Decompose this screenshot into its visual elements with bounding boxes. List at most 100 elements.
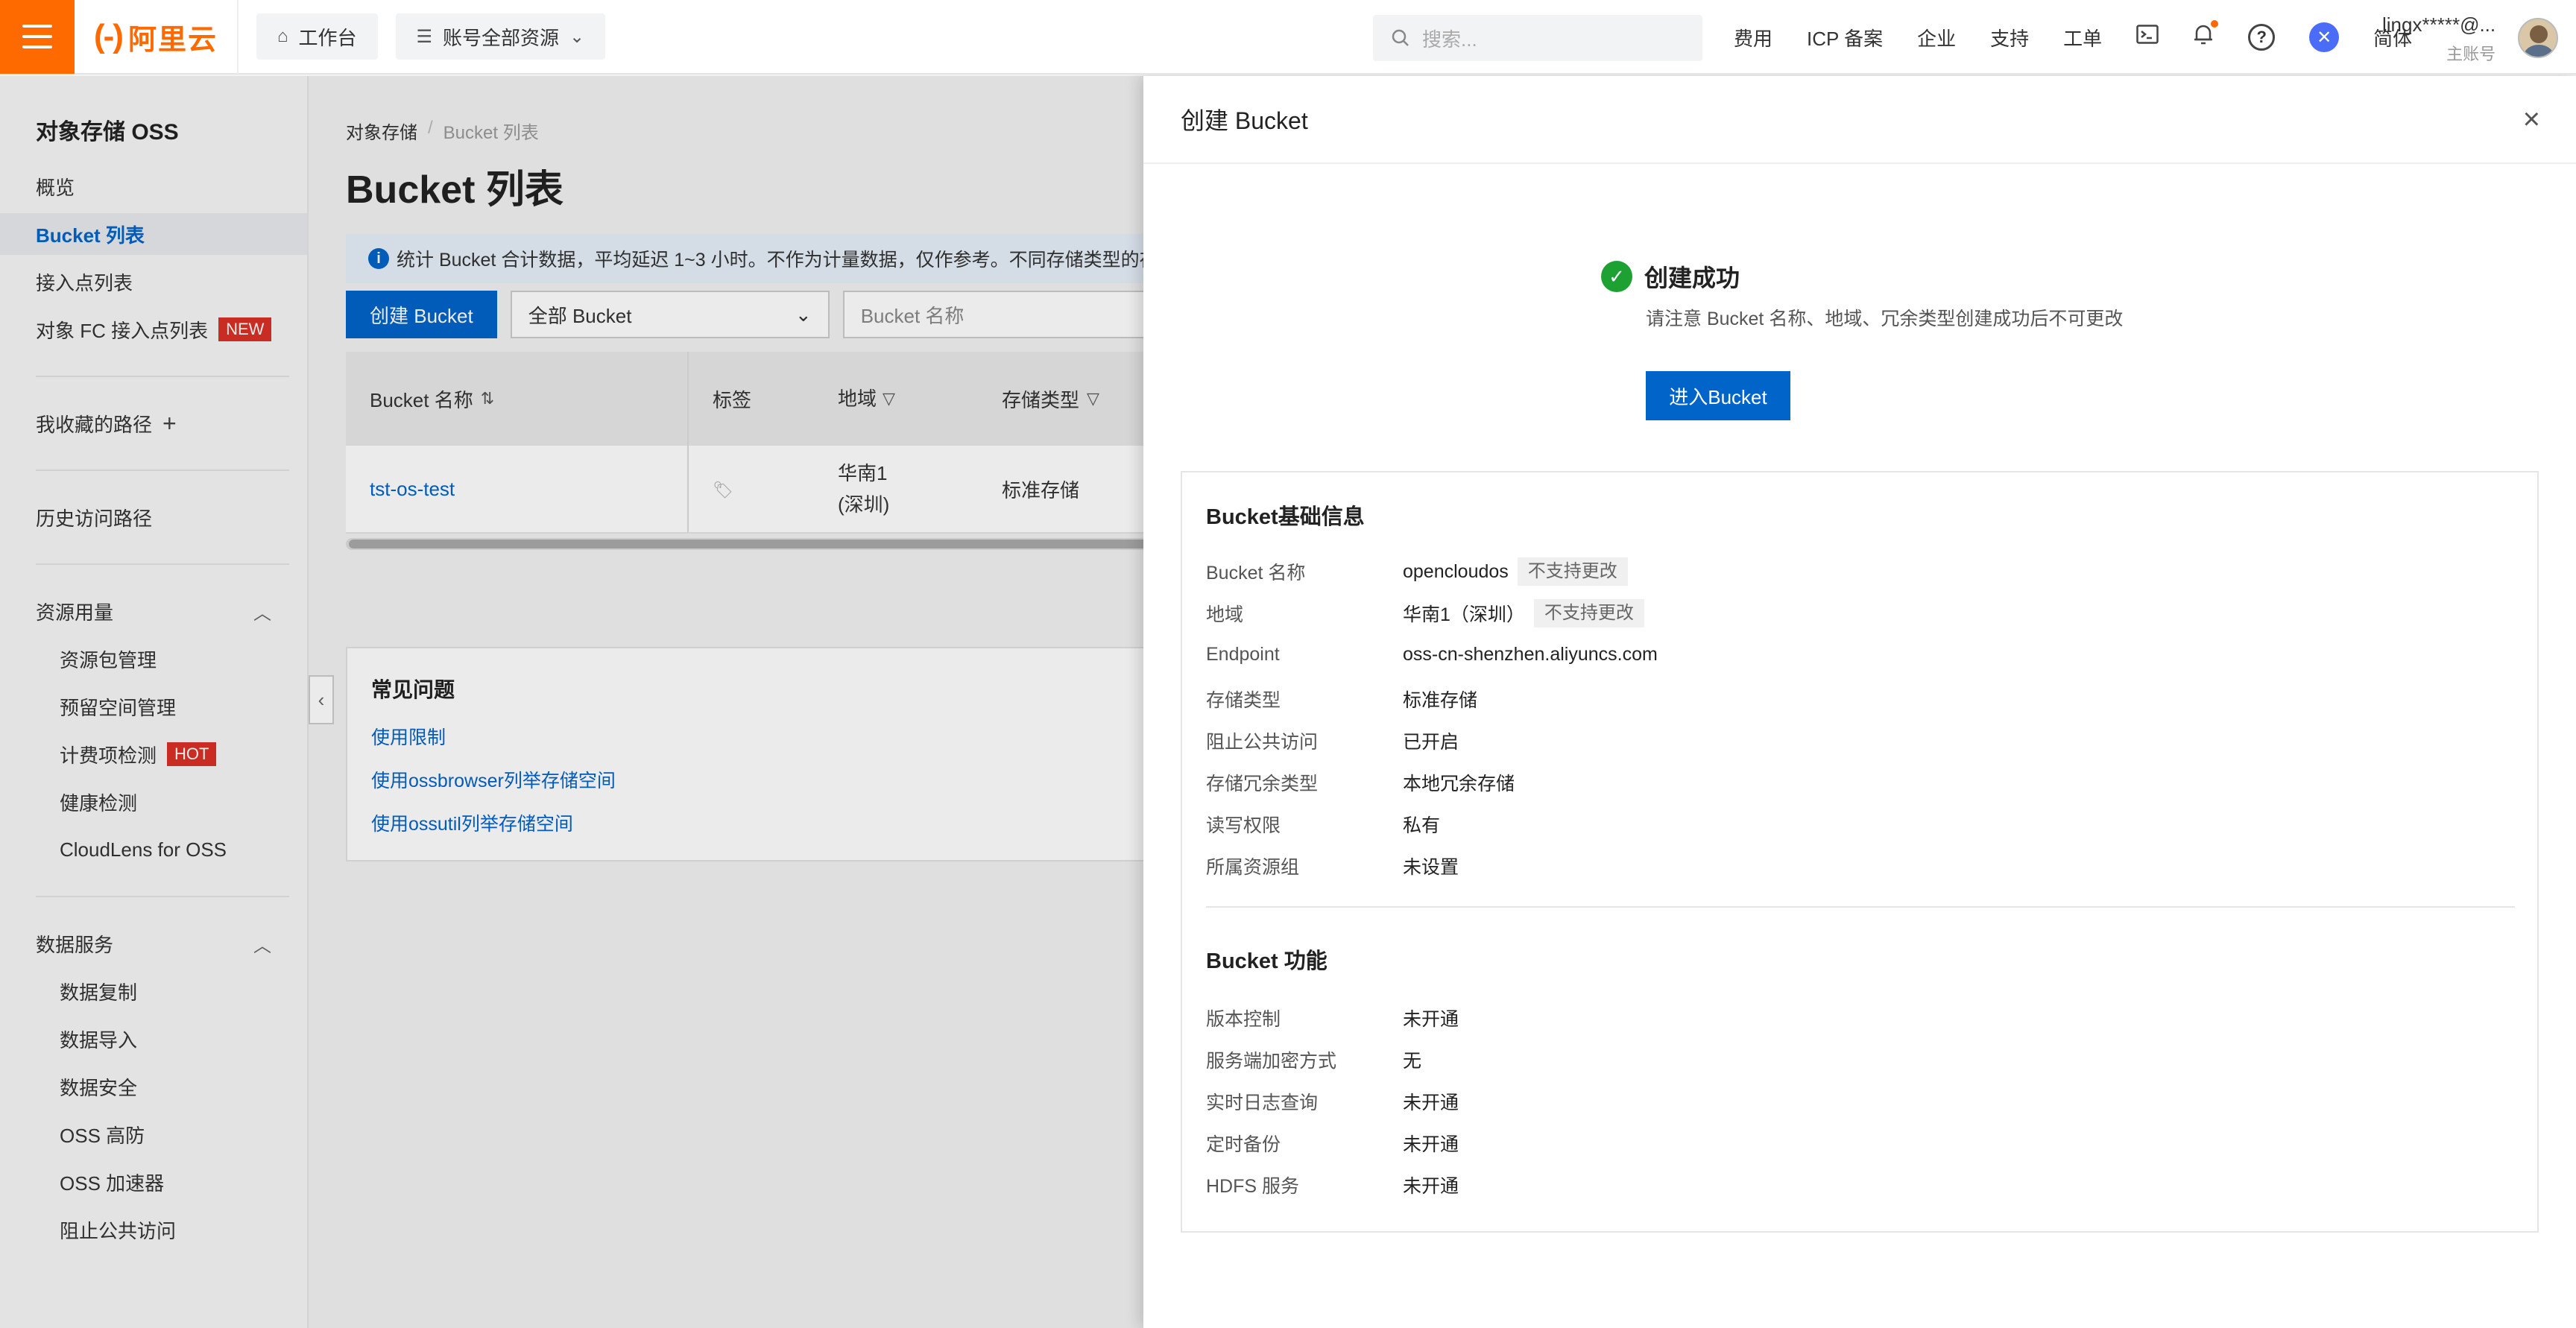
sidebar-item-data-import[interactable]: 数据导入 — [0, 1018, 307, 1060]
workbench-label: 工作台 — [298, 26, 357, 49]
bucket-name-search-input[interactable]: Bucket 名称 — [842, 291, 1186, 338]
faq-link[interactable]: 使用限制 — [371, 723, 1215, 750]
filter-icon[interactable]: ▽ — [883, 383, 895, 414]
select-value: 全部 Bucket — [528, 304, 632, 327]
resources-label: 账号全部资源 — [443, 26, 560, 49]
bucket-filter-select[interactable]: 全部 Bucket ⌄ — [510, 291, 830, 338]
avatar[interactable] — [2518, 18, 2558, 58]
breadcrumb-separator: / — [428, 118, 433, 138]
column-label: Bucket 名称 — [370, 388, 473, 411]
sidebar-item-label: 资源包管理 — [60, 648, 157, 671]
sidebar-item-label: OSS 高防 — [60, 1124, 145, 1147]
tag-icon[interactable]: 🏷 — [713, 481, 733, 499]
info-label: 阻止公共访问 — [1206, 732, 1319, 753]
link-enterprise[interactable]: 企业 — [1917, 24, 1956, 51]
plus-icon[interactable]: + — [162, 410, 177, 437]
link-billing[interactable]: 费用 — [1734, 24, 1772, 51]
column-header-region[interactable]: 地域 ▽ — [838, 383, 1002, 414]
sidebar-group-resource-usage[interactable]: 资源用量 ︿ — [0, 590, 307, 632]
sidebar-group-label: 数据服务 — [36, 933, 114, 956]
info-row-region: 地域 华南1（深圳） 不支持更改 — [1206, 599, 1644, 627]
cell-region: 华南1 (深圳) — [838, 458, 1002, 520]
aliyun-logo[interactable]: (-) 阿里云 — [75, 0, 239, 74]
breadcrumb: 对象存储 / Bucket 列表 — [346, 118, 539, 144]
sidebar-item-favorites[interactable]: 我收藏的路径 + — [0, 402, 307, 444]
cell-bucket-name: tst-os-test — [346, 446, 689, 532]
info-value: 无 — [1403, 1051, 1422, 1072]
info-value: 华南1（深圳） — [1403, 604, 1525, 625]
link-ticket[interactable]: 工单 — [2063, 24, 2102, 51]
sidebar-item-overview[interactable]: 概览 — [0, 165, 307, 207]
success-title: 创建成功 — [1644, 265, 1740, 291]
stack-icon: ☰ — [416, 26, 433, 47]
help-icon[interactable]: ? — [2248, 24, 2276, 51]
sidebar-divider — [36, 469, 289, 471]
table-horizontal-scrollbar[interactable] — [346, 538, 1243, 550]
breadcrumb-item[interactable]: 对象存储 — [346, 118, 417, 144]
immutable-tag: 不支持更改 — [1517, 557, 1628, 586]
sidebar-item-oss-ddos[interactable]: OSS 高防 — [0, 1113, 307, 1155]
check-circle-icon: ✓ — [1601, 261, 1632, 292]
tools-icon[interactable]: ✕ — [2309, 22, 2340, 52]
sidebar-item-label: 概览 — [36, 176, 75, 199]
info-value: 未开通 — [1403, 1009, 1459, 1030]
faq-link[interactable]: 使用ossutil列举存储空间 — [371, 809, 1215, 836]
faq-panel: 常见问题 使用限制 使用ossbrowser列举存储空间 使用ossutil列举… — [346, 647, 1240, 861]
sidebar-item-block-public-access[interactable]: 阻止公共访问 — [0, 1209, 307, 1250]
sidebar-item-access-points[interactable]: 接入点列表 — [0, 261, 307, 303]
chevron-down-icon: ⌄ — [795, 303, 812, 326]
sidebar-item-label: 历史访问路径 — [36, 507, 153, 530]
features-title: Bucket 功能 — [1206, 949, 1328, 973]
terminal-icon[interactable] — [2136, 25, 2159, 50]
create-bucket-button[interactable]: 创建 Bucket — [346, 291, 497, 338]
workbench-button[interactable]: ⌂ 工作台 — [256, 13, 378, 60]
sort-icon[interactable]: ⇅ — [481, 389, 494, 408]
sidebar-item-oss-accelerator[interactable]: OSS 加速器 — [0, 1161, 307, 1203]
feature-row-realtime-log: 实时日志查询 未开通 — [1206, 1088, 1459, 1115]
immutable-tag: 不支持更改 — [1533, 599, 1644, 627]
hamburger-menu-button[interactable] — [0, 0, 75, 74]
sidebar-item-cloudlens[interactable]: CloudLens for OSS — [0, 829, 307, 870]
feature-row-versioning: 版本控制 未开通 — [1206, 1005, 1459, 1031]
sidebar-item-label: 数据导入 — [60, 1028, 138, 1052]
link-support[interactable]: 支持 — [1990, 24, 2029, 51]
link-icp[interactable]: ICP 备案 — [1807, 24, 1883, 51]
faq-link[interactable]: 使用ossbrowser列举存储空间 — [371, 766, 1215, 793]
info-row-bucket-name: Bucket 名称 opencloudos 不支持更改 — [1206, 557, 1628, 586]
info-value: opencloudos — [1403, 560, 1509, 582]
sidebar-item-resource-packages[interactable]: 资源包管理 — [0, 638, 307, 680]
storage-type: 标准存储 — [1002, 478, 1080, 502]
bucket-info-card: Bucket基础信息 Bucket 名称 opencloudos 不支持更改 地域… — [1181, 471, 2539, 1233]
info-banner: i 统计 Bucket 合计数据，平均延迟 1~3 小时。不作为计量数据，仅作参… — [346, 234, 1240, 283]
sidebar-item-bucket-list[interactable]: Bucket 列表 — [0, 213, 307, 255]
info-label: 所属资源组 — [1206, 857, 1300, 878]
global-search-input[interactable]: 搜索... — [1373, 15, 1702, 61]
column-header-name[interactable]: Bucket 名称 ⇅ — [346, 352, 689, 446]
close-icon[interactable]: × — [2523, 104, 2540, 134]
sidebar-item-label: OSS 加速器 — [60, 1172, 165, 1195]
user-account[interactable]: lingx*****@... 主账号 — [2382, 13, 2496, 65]
sidebar-item-data-replication[interactable]: 数据复制 — [0, 970, 307, 1012]
sidebar-item-history[interactable]: 历史访问路径 — [0, 496, 307, 538]
enter-bucket-button[interactable]: 进入Bucket — [1646, 371, 1790, 420]
user-role: 主账号 — [2446, 45, 2496, 63]
sidebar-divider — [36, 376, 289, 377]
sidebar-collapse-button[interactable]: ‹ — [309, 675, 334, 724]
info-label: 读写权限 — [1206, 815, 1281, 836]
chevron-up-icon: ︿ — [253, 603, 271, 624]
sidebar-item-fc-access-points[interactable]: 对象 FC 接入点列表 NEW — [0, 309, 307, 350]
sidebar-item-health-check[interactable]: 健康检测 — [0, 781, 307, 823]
bell-icon[interactable] — [2193, 20, 2219, 51]
bucket-name-link[interactable]: tst-os-test — [370, 478, 455, 501]
sidebar-item-reserved-space[interactable]: 预留空间管理 — [0, 686, 307, 727]
hot-badge: HOT — [167, 742, 217, 766]
sidebar-item-data-security[interactable]: 数据安全 — [0, 1066, 307, 1107]
table-header: Bucket 名称 ⇅ 标签 地域 ▽ 存储类型 ▽ — [346, 352, 1240, 446]
faq-title: 常见问题 — [371, 678, 455, 701]
sidebar-item-billing-check[interactable]: 计费项检测 HOT — [0, 733, 307, 775]
sidebar-group-data-services[interactable]: 数据服务 ︿ — [0, 923, 307, 964]
filter-icon[interactable]: ▽ — [1087, 389, 1099, 408]
resources-dropdown[interactable]: ☰ 账号全部资源 ⌄ — [395, 13, 606, 60]
region-line-2: (深圳) — [838, 493, 890, 516]
page-title: Bucket 列表 — [346, 168, 564, 212]
